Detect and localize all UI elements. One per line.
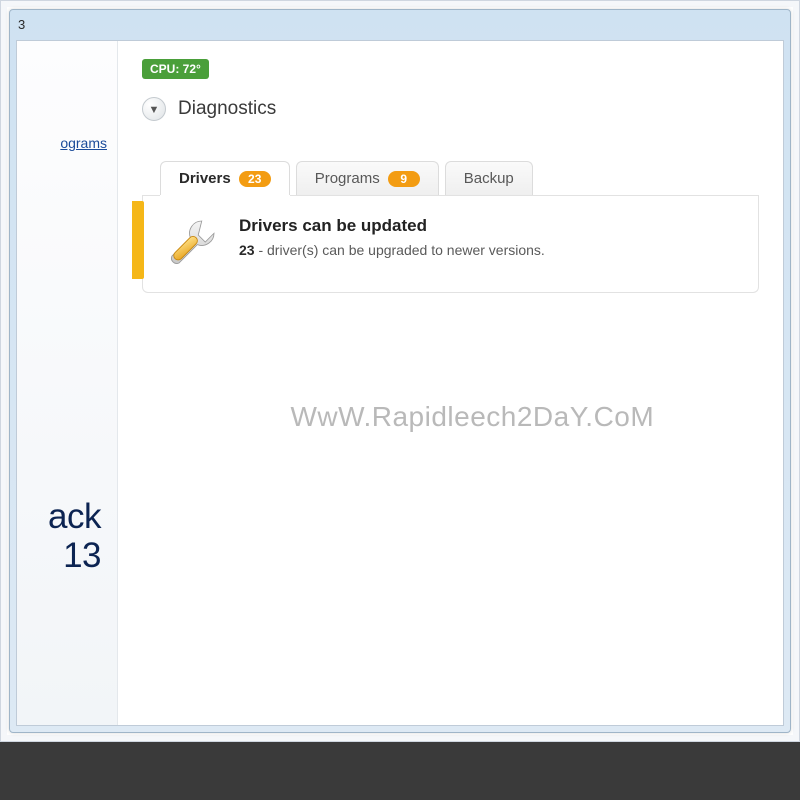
app-window: 3 ograms ack 13 CPU: 72° ▼: [9, 9, 791, 733]
tab-drivers-label: Drivers: [179, 170, 231, 187]
collapse-toggle[interactable]: ▼: [142, 97, 166, 121]
image-inner: 3 ograms ack 13 CPU: 72° ▼: [0, 0, 800, 742]
status-text-block: Drivers can be updated 23 - driver(s) ca…: [239, 214, 545, 258]
section-header: ▼ Diagnostics: [142, 97, 759, 121]
section-title: Diagnostics: [178, 98, 276, 120]
image-frame: 3 ograms ack 13 CPU: 72° ▼: [0, 0, 800, 800]
sidebar-link-programs[interactable]: ograms: [17, 131, 117, 155]
main-panel: CPU: 72° ▼ Diagnostics Drivers 23: [118, 41, 783, 725]
status-suffix: - driver(s) can be upgraded to newer ver…: [255, 242, 545, 258]
tab-body: Drivers can be updated 23 - driver(s) ca…: [142, 196, 759, 293]
chevron-down-icon: ▼: [149, 104, 160, 116]
tab-programs-badge: 9: [388, 171, 420, 187]
wrench-icon: [165, 214, 221, 270]
client-area: ograms ack 13 CPU: 72° ▼ Diagnostics: [16, 40, 784, 726]
sidebar: ograms ack 13: [17, 41, 118, 725]
window-titlebar: 3: [10, 10, 790, 38]
status-count: 23: [239, 242, 255, 258]
tab-strip: Drivers 23 Programs 9 Backup: [142, 161, 759, 196]
tab-drivers[interactable]: Drivers 23: [160, 161, 290, 195]
tab-backup[interactable]: Backup: [445, 161, 533, 195]
cpu-badge: CPU: 72°: [142, 59, 209, 79]
brand-text: ack 13: [11, 498, 101, 575]
tab-drivers-badge: 23: [239, 171, 271, 187]
status-title: Drivers can be updated: [239, 216, 545, 236]
brand-line1: ack: [48, 497, 101, 536]
status-subtitle: 23 - driver(s) can be upgraded to newer …: [239, 242, 545, 258]
tab-backup-label: Backup: [464, 170, 514, 187]
status-accent-bar: [132, 201, 144, 279]
watermark-text: WwW.Rapidleech2DaY.CoM: [290, 401, 654, 433]
brand-line2: 13: [11, 537, 101, 576]
tab-programs[interactable]: Programs 9: [296, 161, 439, 195]
title-fragment: 3: [18, 17, 25, 32]
tabs-container: Drivers 23 Programs 9 Backup: [142, 161, 759, 293]
tab-programs-label: Programs: [315, 170, 380, 187]
